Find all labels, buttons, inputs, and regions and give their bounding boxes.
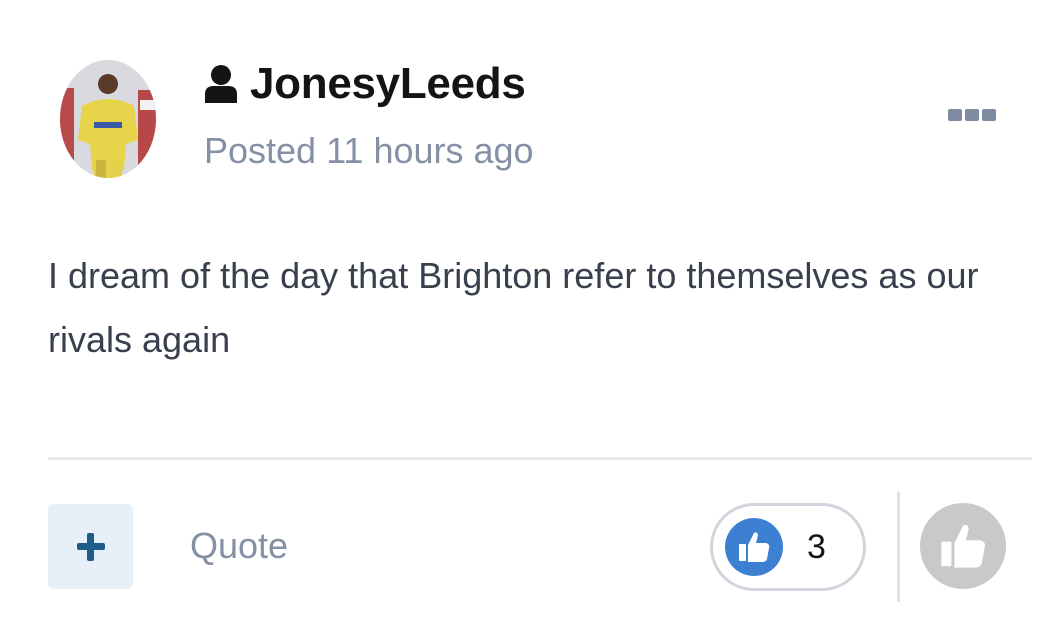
react-button[interactable]	[920, 503, 1006, 589]
plus-icon[interactable]	[48, 504, 133, 589]
avatar-image	[60, 60, 156, 178]
author-line: JonesyLeeds	[204, 58, 526, 110]
thumbs-up-glyph	[739, 532, 770, 562]
ellipsis-icon[interactable]	[948, 109, 996, 121]
ellipsis-dot	[982, 109, 996, 121]
post-timestamp: Posted 11 hours ago	[204, 130, 534, 171]
ellipsis-dot	[965, 109, 979, 121]
ellipsis-dot	[948, 109, 962, 121]
like-count: 3	[807, 527, 826, 566]
post-content: I dream of the day that Brighton refer t…	[48, 255, 979, 360]
avatar[interactable]	[60, 60, 156, 178]
author-name[interactable]: JonesyLeeds	[250, 59, 526, 109]
quote-button[interactable]: Quote	[190, 525, 288, 567]
thumbs-up-icon	[725, 518, 783, 576]
user-icon	[205, 65, 237, 103]
divider	[48, 457, 1032, 460]
reaction-summary[interactable]: 3	[710, 503, 866, 591]
separator	[897, 492, 900, 602]
thumbs-up-icon	[941, 524, 985, 568]
